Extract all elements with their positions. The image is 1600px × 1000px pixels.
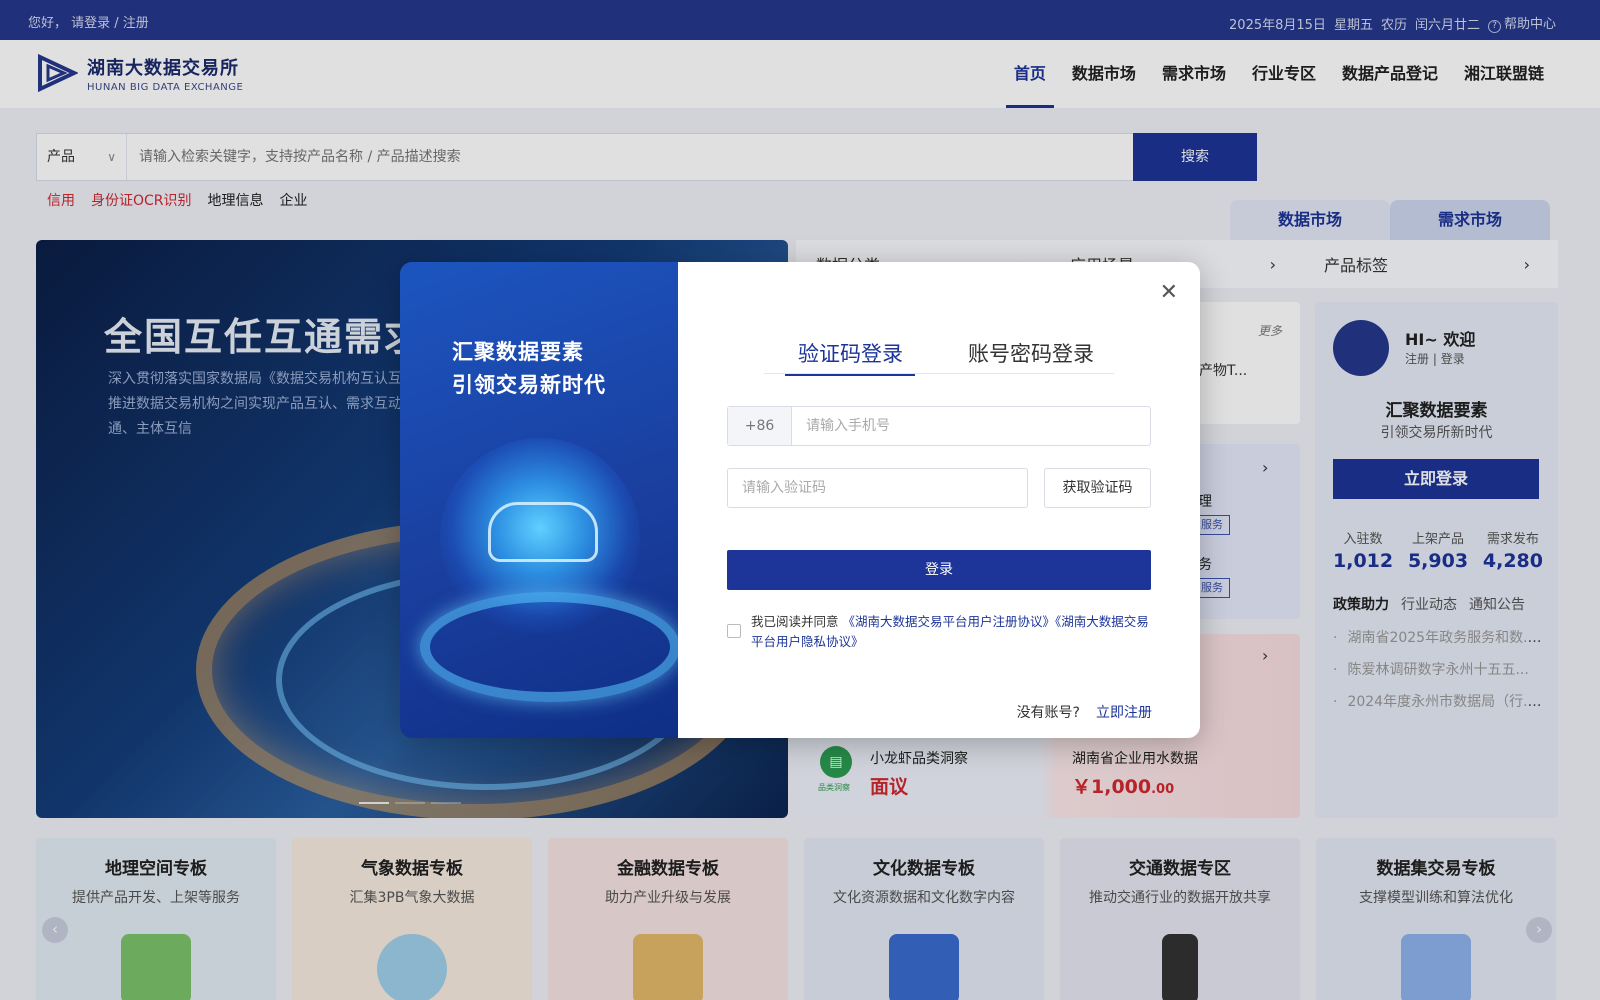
modal-slogan: 汇聚数据要素 引领交易新时代 <box>452 336 606 402</box>
agreement-checkbox[interactable] <box>727 624 741 638</box>
login-tabs: 验证码登录 账号密码登录 <box>764 338 1114 376</box>
no-account-text: 没有账号? <box>1016 705 1080 721</box>
register-agreement-link[interactable]: 《湖南大数据交易平台用户注册协议》 <box>843 614 1056 629</box>
country-code-select[interactable]: +86 <box>728 407 792 445</box>
modal-slogan-line1: 汇聚数据要素 <box>452 340 584 364</box>
agreement-row: 我已阅读并同意 《湖南大数据交易平台用户注册协议》《湖南大数据交易平台用户隐私协… <box>727 612 1151 652</box>
cloud-icon <box>488 502 598 562</box>
verification-code-input[interactable]: 请输入验证码 <box>727 468 1028 508</box>
orb-ring-image <box>420 592 678 702</box>
login-form: ✕ 验证码登录 账号密码登录 +86 请输入手机号 请输入验证码 获取验证码 登… <box>678 262 1200 738</box>
login-modal: 汇聚数据要素 引领交易新时代 ✕ 验证码登录 账号密码登录 +86 请输入手机号 … <box>400 262 1200 738</box>
register-row: 没有账号? 立即注册 <box>1017 702 1152 722</box>
tab-sms-login[interactable]: 验证码登录 <box>785 338 915 376</box>
register-now-link[interactable]: 立即注册 <box>1096 705 1152 721</box>
login-button[interactable]: 登录 <box>727 550 1151 590</box>
modal-slogan-line2: 引领交易新时代 <box>452 373 606 397</box>
phone-field: +86 请输入手机号 <box>727 406 1151 446</box>
tab-password-login[interactable]: 账号密码登录 <box>968 338 1094 373</box>
get-code-button[interactable]: 获取验证码 <box>1044 468 1151 508</box>
phone-input[interactable]: 请输入手机号 <box>792 407 1150 445</box>
close-icon[interactable]: ✕ <box>1160 282 1178 304</box>
modal-illustration: 汇聚数据要素 引领交易新时代 <box>400 262 678 738</box>
agreement-text: 我已阅读并同意 《湖南大数据交易平台用户注册协议》《湖南大数据交易平台用户隐私协… <box>751 612 1151 652</box>
agreement-prefix: 我已阅读并同意 <box>751 614 839 629</box>
